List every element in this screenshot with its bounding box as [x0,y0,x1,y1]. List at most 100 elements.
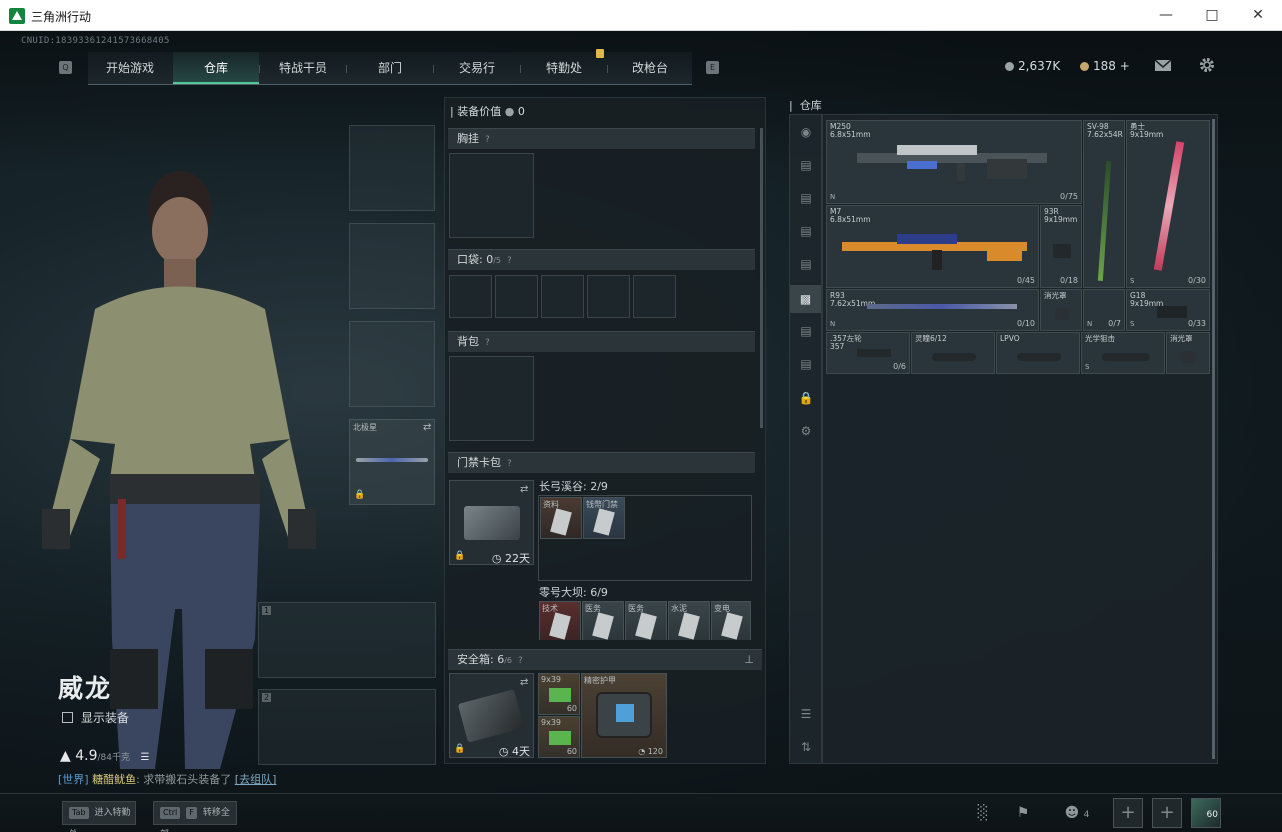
invite-slot-1[interactable]: + [1113,798,1143,828]
settings-gear-icon[interactable] [1198,56,1216,74]
safe-box-header[interactable]: 安全箱: 6/6? ⊥ [448,649,762,670]
list-icon[interactable]: ☰ [140,752,149,763]
keycard-case-image [464,506,520,540]
swap-icon[interactable]: ⇄ [520,677,528,688]
ammo-stack[interactable]: 9x39 60 [538,673,580,715]
transfer-all-button[interactable]: CtrlF转移全部 [153,801,237,832]
scope-lingtong[interactable]: 灵瞳6/12 [911,332,995,374]
safe-box-item[interactable]: ⇄ 🔒 ◷ 4天 [449,673,534,758]
keycard-item[interactable]: 医务 [582,601,624,640]
pistol-slot[interactable] [349,321,435,407]
primary-weapon-slot-2[interactable]: 2 [258,689,436,765]
pin-icon[interactable]: ⊥ [744,650,754,670]
tab-warehouse[interactable]: 仓库 [173,52,259,84]
lock-icon: 🔒 [454,551,466,561]
scope-lpvo[interactable]: LPVO [996,332,1080,374]
ammo-stack[interactable]: 9x39 60 [538,716,580,758]
category-tab[interactable]: ▤ [796,222,816,240]
tab-special-ops[interactable]: 特勤处 [521,52,607,84]
warehouse-category-tabs: ◉ ▤ ▤ ▤ ▤ ▩ ▤ ▤ 🔒 ⚙ ☰ ⇅ [789,114,822,764]
equipment-value: | 装备价值 ● 0 [450,105,525,118]
backpack-slot[interactable] [449,356,534,441]
item-muzzle-brake[interactable]: 消光罩 [1040,289,1082,331]
keycard-item[interactable]: 变电 [711,601,751,640]
category-lock-icon[interactable]: 🔒 [796,389,816,407]
weapon-sv98[interactable]: SV-98 7.62x54R [1083,120,1125,288]
tab-operators[interactable]: 特战干员 [260,52,346,84]
squad-button[interactable]: ☻ 4 [1060,802,1094,824]
mail-icon[interactable] [1154,56,1172,74]
primary-weapon-slot-1[interactable]: 1 [258,602,436,678]
keycard-case-item[interactable]: ⇄ 🔒 ◷ 22天 [449,480,534,565]
weapon-slot[interactable]: N 0/7 [1083,289,1125,331]
category-settings-icon[interactable]: ⚙ [796,422,816,440]
map1-keycard-label: 长弓溪谷: 2/9 [539,480,608,493]
category-weapons-icon[interactable]: ▩ [790,285,821,313]
warehouse-scrollbar[interactable] [1212,119,1215,759]
nav-next-key[interactable]: E [706,61,719,74]
keycard-item[interactable]: 资料 [540,497,582,539]
category-tab[interactable]: ▤ [796,189,816,207]
tab-start-game[interactable]: 开始游戏 [88,52,172,84]
enter-special-ops-button[interactable]: Tab进入特勤处 [62,801,136,832]
swap-icon[interactable]: ⇄ [423,422,431,433]
weapon-357-revolver[interactable]: .357左轮 357 0/6 [826,332,910,374]
show-gear-toggle[interactable]: 显示装备 [62,709,129,726]
keycard-item[interactable]: 医务 [625,601,667,640]
minimize-button[interactable]: — [1155,5,1177,25]
delta-coin-balance[interactable]: 188 + [1080,59,1130,73]
pocket-slot-2[interactable] [495,275,538,318]
category-helmet-icon[interactable]: ◉ [796,123,816,141]
window-titlebar: 三角洲行动 — □ ✕ [0,0,1282,31]
tab-gunsmith[interactable]: 改枪台 [608,52,692,84]
player-avatar[interactable]: 60 [1191,798,1221,828]
flag-icon[interactable]: ⚑ [1012,802,1034,824]
keycard-item[interactable]: 水泥 [668,601,710,640]
safe-box-expiry: ◷ 4天 [498,745,530,758]
bottom-bar: Tab进入特勤处 CtrlF转移全部 ░ ⚑ ☻ 4 + + 60 [0,793,1282,832]
tab-trade-market[interactable]: 交易行 [434,52,520,84]
weapon-warrior[interactable]: 勇士 9x19mm S 0/30 [1126,120,1210,288]
weapon-r93[interactable]: R93 7.62x51mm N 0/10 [826,289,1039,331]
pocket-slot-5[interactable] [633,275,676,318]
stack-layers-icon[interactable]: ☰ [796,705,816,723]
chat-line: [世界] 糖醋鱿鱼: 求带搬石头装备了 [去组队] [58,773,277,786]
pocket-slot-4[interactable] [587,275,630,318]
sort-icon[interactable]: ⇅ [796,738,816,756]
stats-chart-icon[interactable]: ░ [972,802,994,824]
map2-keycard-label: 零号大坝: 6/9 [539,586,608,599]
armor-plate-item[interactable]: 精密护甲 ◔ 120 [581,673,667,758]
weapon-93r[interactable]: 93R 9x19mm 0/18 [1040,205,1082,288]
weapon-g18[interactable]: G18 9x19mm S 0/33 [1126,289,1210,331]
category-tab[interactable]: ▤ [796,322,816,340]
keycard-item[interactable]: 技术 [539,601,581,640]
scope-optical-sniper[interactable]: 光学狙击 S [1081,332,1165,374]
category-tab[interactable]: ▤ [796,156,816,174]
armor-slot[interactable] [349,223,435,309]
backpack-header[interactable]: 背包? [448,331,755,352]
maximize-button[interactable]: □ [1201,5,1223,25]
chest-rig-header[interactable]: 胸挂? [448,128,755,149]
tab-department[interactable]: 部门 [347,52,433,84]
keycard-case-header[interactable]: 门禁卡包? [448,452,755,473]
chest-rig-slot[interactable] [449,153,534,238]
category-tab[interactable]: ▤ [796,255,816,273]
keycard-item[interactable]: 钱幣门禁 [583,497,625,539]
close-button[interactable]: ✕ [1247,5,1269,25]
helmet-slot[interactable] [349,125,435,211]
category-tab[interactable]: ▤ [796,355,816,373]
weapon-m250[interactable]: M250 6.8x51mm N 0/75 [826,120,1082,204]
weapon-m7[interactable]: M7 6.8x51mm 0/45 [826,205,1039,288]
pocket-slot-1[interactable] [449,275,492,318]
checkbox[interactable] [62,712,73,723]
melee-slot[interactable]: 北极星 ⇄ 🔒 [349,419,435,505]
nav-prev-key[interactable]: Q [59,61,72,74]
item-muzzle-brake-2[interactable]: 消光罩 [1166,332,1210,374]
gear-panel-scrollbar[interactable] [760,128,763,428]
pocket-slot-3[interactable] [541,275,584,318]
swap-icon[interactable]: ⇄ [520,484,528,495]
invite-slot-2[interactable]: + [1152,798,1182,828]
join-team-link[interactable]: [去组队] [235,773,277,786]
pocket-header[interactable]: 口袋: 0/5? [448,249,755,270]
hafcoin-balance[interactable]: 2,637K [1005,59,1060,73]
